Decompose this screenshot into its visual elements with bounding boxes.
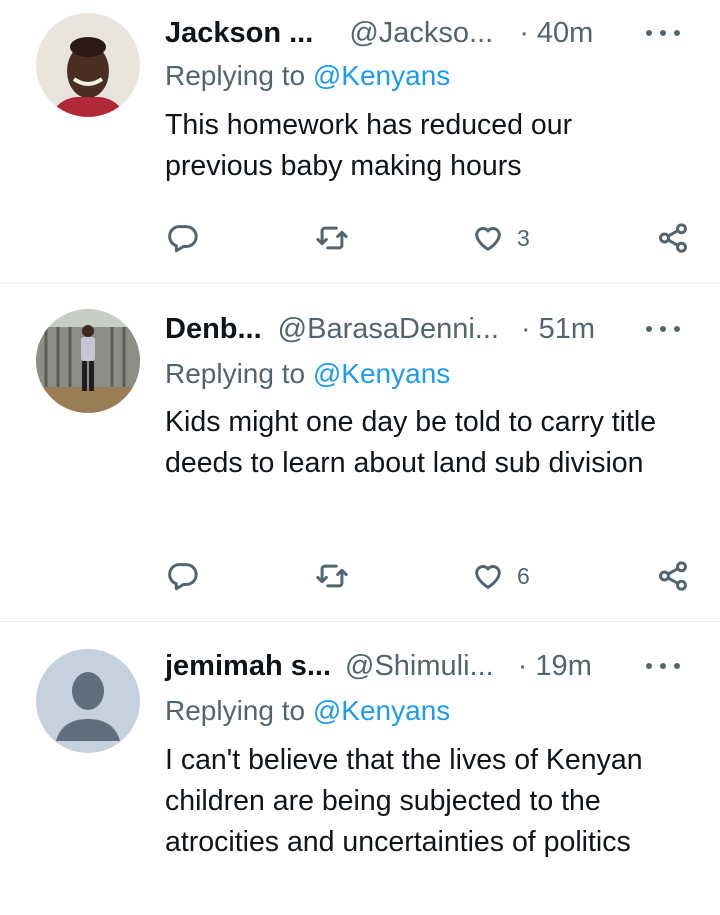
tweet-text: Kids might one day be told to carry titl… bbox=[165, 406, 657, 479]
replying-to-link[interactable]: @Kenyans bbox=[313, 695, 450, 726]
share-icon bbox=[659, 223, 687, 253]
replying-to: Replying to @Kenyans bbox=[165, 695, 450, 727]
like-icon bbox=[475, 565, 501, 589]
like-icon bbox=[475, 227, 501, 251]
more-options-icon[interactable] bbox=[646, 28, 680, 38]
more-options-icon[interactable] bbox=[646, 324, 680, 334]
avatar[interactable] bbox=[36, 309, 140, 413]
retweet-icon bbox=[316, 564, 348, 588]
tweet-actions: 6 bbox=[165, 556, 690, 596]
replying-to-link[interactable]: @Kenyans bbox=[313, 60, 450, 91]
replying-prefix: Replying to bbox=[165, 695, 313, 726]
tweet-actions: 3 bbox=[165, 218, 690, 258]
reply-button[interactable] bbox=[165, 556, 199, 596]
reply-icon bbox=[168, 225, 198, 253]
username-handle[interactable]: @Shimuli... bbox=[345, 650, 494, 683]
username-handle[interactable]: @BarasaDenni... bbox=[278, 313, 499, 346]
reply-button[interactable] bbox=[165, 218, 199, 258]
tweet-header: Jackson ... @Jackso... · 40m bbox=[165, 13, 702, 53]
more-options-icon[interactable] bbox=[646, 661, 680, 671]
timestamp[interactable]: · 19m bbox=[518, 650, 592, 683]
replying-to: Replying to @Kenyans bbox=[165, 358, 450, 390]
replying-prefix: Replying to bbox=[165, 60, 313, 91]
share-icon bbox=[659, 561, 687, 591]
tweet[interactable]: Denb... @BarasaDenni... · 51m Replying t… bbox=[0, 284, 720, 622]
username-handle[interactable]: @Jackso... bbox=[349, 17, 493, 50]
tweet-text: I can't believe that the lives of Kenyan… bbox=[165, 744, 643, 858]
share-button[interactable] bbox=[656, 556, 690, 596]
tweet-text: This homework has reduced our previous b… bbox=[165, 109, 573, 182]
like-count: 3 bbox=[517, 224, 530, 251]
retweet-button[interactable] bbox=[315, 218, 349, 258]
display-name[interactable]: jemimah s... bbox=[165, 650, 331, 683]
timestamp[interactable]: · 40m bbox=[519, 17, 593, 50]
tweet[interactable]: Jackson ... @Jackso... · 40m Replying to… bbox=[0, 0, 720, 284]
retweet-button[interactable] bbox=[315, 556, 349, 596]
share-button[interactable] bbox=[656, 218, 690, 258]
tweet-header: jemimah s... @Shimuli... · 19m bbox=[165, 646, 702, 686]
replying-prefix: Replying to bbox=[165, 358, 313, 389]
replying-to-link[interactable]: @Kenyans bbox=[313, 358, 450, 389]
avatar[interactable] bbox=[36, 13, 140, 117]
replying-to: Replying to @Kenyans bbox=[165, 60, 450, 92]
display-name[interactable]: Denb... bbox=[165, 313, 262, 346]
reply-icon bbox=[168, 563, 198, 591]
display-name[interactable]: Jackson ... bbox=[165, 17, 313, 50]
tweet-header: Denb... @BarasaDenni... · 51m bbox=[165, 309, 702, 349]
like-button[interactable]: 6 bbox=[471, 556, 530, 596]
like-count: 6 bbox=[517, 562, 530, 589]
tweet[interactable]: jemimah s... @Shimuli... · 19m Replying … bbox=[0, 622, 720, 915]
timestamp[interactable]: · 51m bbox=[521, 313, 595, 346]
avatar[interactable] bbox=[36, 649, 140, 753]
retweet-icon bbox=[316, 226, 348, 250]
like-button[interactable]: 3 bbox=[471, 218, 530, 258]
